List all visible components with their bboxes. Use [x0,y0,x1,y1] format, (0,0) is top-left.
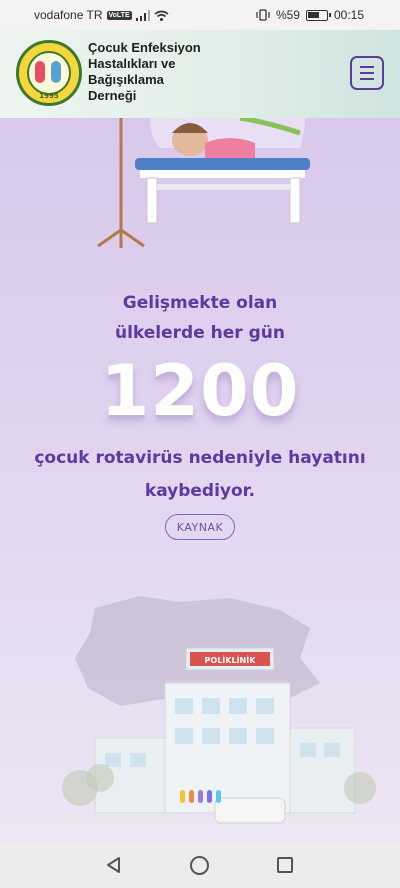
source-button[interactable]: KAYNAK [165,514,235,540]
pagination-dot[interactable] [180,790,185,803]
statistic-number: 1200 [100,350,300,432]
org-name-line: Bağışıklama [88,72,164,87]
battery-percent: %59 [275,8,300,22]
description-line: çocuk rotavirüs nedeniyle hayatını [34,448,366,468]
status-bar: vodafone TR VoLTE %59 00:15 [0,0,400,30]
wifi-icon [154,10,169,21]
organization-name[interactable]: Çocuk Enfeksiyon Hastalıkları ve Bağışık… [88,40,238,104]
recent-apps-icon[interactable] [277,857,293,873]
vibrate-icon [256,9,270,21]
slide-pagination [180,790,221,803]
org-name-line: Derneği [88,88,137,103]
android-navigation-bar [0,842,400,888]
clock: 00:15 [333,8,364,22]
menu-icon-bar [360,66,374,68]
hamburger-menu-button[interactable] [350,56,384,90]
logo-emblem [27,51,71,95]
headline-line: Gelişmekte olan [122,293,278,313]
menu-icon-bar [360,72,374,74]
signal-icon [135,9,150,21]
clinic-sign: POLİKLİNİK [205,655,257,665]
logo-year: 1995 [39,92,59,100]
statistic-headline: Gelişmekte olan ülkelerde her gün [0,288,400,348]
site-header: 1995 Çocuk Enfeksiyon Hastalıkları ve Ba… [0,30,400,118]
association-logo[interactable]: 1995 [16,40,82,106]
logo-boy-figure [51,61,61,83]
headline-line: ülkelerde her gün [115,323,285,343]
org-name-line: Hastalıkları ve [88,56,176,71]
back-icon[interactable] [105,856,123,874]
menu-icon-bar [360,78,374,80]
logo-girl-figure [35,61,45,83]
pagination-dot[interactable] [189,790,194,803]
pagination-dot[interactable] [207,790,212,803]
description-line: kaybediyor. [144,481,256,501]
pagination-dot[interactable] [216,790,221,803]
org-name-line: Çocuk Enfeksiyon [88,40,201,55]
carrier-label: vodafone TR [34,8,103,22]
home-icon[interactable] [190,856,209,875]
hero-slide: Gelişmekte olan ülkelerde her gün 1200 ç… [0,118,400,842]
pagination-dot[interactable] [198,790,203,803]
baby-incubator-illustration [97,118,310,248]
statistic-description: çocuk rotavirüs nedeniyle hayatını kaybe… [0,442,400,508]
battery-icon [305,9,331,21]
volte-badge: VoLTE [106,10,132,20]
